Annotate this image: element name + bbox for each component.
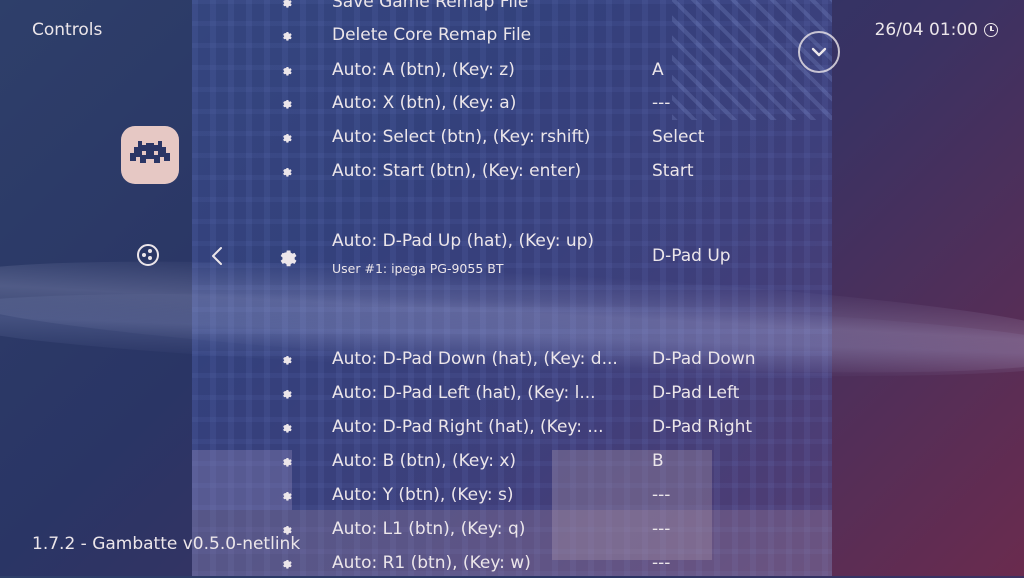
gear-icon — [280, 64, 292, 76]
menu-item[interactable]: Auto: R1 (btn), (Key: w) --- — [280, 548, 840, 578]
gear-icon — [280, 387, 292, 399]
menu-item-value: --- — [652, 93, 671, 113]
version-label: 1.7.2 - Gambatte v0.5.0-netlink — [32, 534, 301, 554]
menu-item-label: Auto: D-Pad Up (hat), (Key: up) — [332, 231, 595, 251]
menu-item-label: Auto: X (btn), (Key: a) — [332, 93, 517, 113]
controls-menu: Save Game Remap File Delete Core Remap Fi… — [0, 0, 1024, 576]
gear-icon — [280, 165, 292, 177]
gear-icon — [275, 245, 297, 267]
gear-icon — [280, 455, 292, 467]
menu-item-value: D-Pad Left — [652, 383, 740, 403]
menu-item-label: Auto: D-Pad Left (hat), (Key: l... — [332, 383, 596, 403]
menu-item[interactable]: Delete Core Remap File — [280, 20, 840, 50]
menu-item-value: --- — [652, 485, 671, 505]
menu-item-label: Auto: Start (btn), (Key: enter) — [332, 161, 582, 181]
menu-item-label: Auto: D-Pad Down (hat), (Key: d... — [332, 349, 618, 369]
menu-item-value: --- — [652, 553, 671, 573]
menu-item[interactable]: Auto: X (btn), (Key: a) --- — [280, 88, 840, 118]
menu-item-label: Auto: D-Pad Right (hat), (Key: ... — [332, 417, 604, 437]
menu-item-label: Auto: Y (btn), (Key: s) — [332, 485, 514, 505]
menu-item[interactable]: Auto: D-Pad Right (hat), (Key: ... D-Pad … — [280, 412, 840, 442]
menu-item[interactable]: Auto: Select (btn), (Key: rshift) Select — [280, 122, 840, 152]
menu-item-value: A — [652, 60, 664, 80]
menu-item[interactable]: Auto: Start (btn), (Key: enter) Start — [280, 156, 840, 186]
gear-icon — [280, 131, 292, 143]
menu-item-sublabel: User #1: ipega PG-9055 BT — [332, 261, 504, 276]
menu-item-label: Delete Core Remap File — [332, 25, 532, 45]
menu-item[interactable]: Save Game Remap File — [280, 0, 840, 17]
gear-icon — [280, 29, 292, 41]
gear-icon — [280, 489, 292, 501]
gear-icon — [280, 421, 292, 433]
menu-item[interactable]: Auto: D-Pad Down (hat), (Key: d... D-Pad … — [280, 344, 840, 374]
gear-icon — [280, 97, 292, 109]
menu-item-label: Auto: L1 (btn), (Key: q) — [332, 519, 526, 539]
menu-item[interactable]: Auto: A (btn), (Key: z) A — [280, 55, 840, 85]
menu-item-label: Auto: R1 (btn), (Key: w) — [332, 553, 531, 573]
menu-item[interactable]: Auto: D-Pad Left (hat), (Key: l... D-Pad … — [280, 378, 840, 408]
gear-icon — [280, 0, 292, 8]
menu-item-value: B — [652, 451, 664, 471]
menu-item-value: Start — [652, 161, 694, 181]
menu-item-value: D-Pad Up — [652, 246, 731, 266]
menu-item-value: D-Pad Down — [652, 349, 756, 369]
menu-item[interactable]: Auto: B (btn), (Key: x) B — [280, 446, 840, 476]
menu-item-value: Select — [652, 127, 705, 147]
menu-item-value: --- — [652, 519, 671, 539]
menu-item-label: Auto: B (btn), (Key: x) — [332, 451, 517, 471]
menu-item-value: D-Pad Right — [652, 417, 753, 437]
menu-item-label: Save Game Remap File — [332, 0, 529, 12]
menu-item[interactable]: Auto: Y (btn), (Key: s) --- — [280, 480, 840, 510]
gear-icon — [280, 557, 292, 569]
menu-item-label: Auto: Select (btn), (Key: rshift) — [332, 127, 591, 147]
menu-item-selected[interactable]: Auto: D-Pad Up (hat), (Key: up) User #1: … — [280, 231, 840, 276]
menu-item[interactable]: Auto: L1 (btn), (Key: q) --- — [280, 514, 840, 544]
menu-item-label: Auto: A (btn), (Key: z) — [332, 60, 515, 80]
gear-icon — [280, 353, 292, 365]
